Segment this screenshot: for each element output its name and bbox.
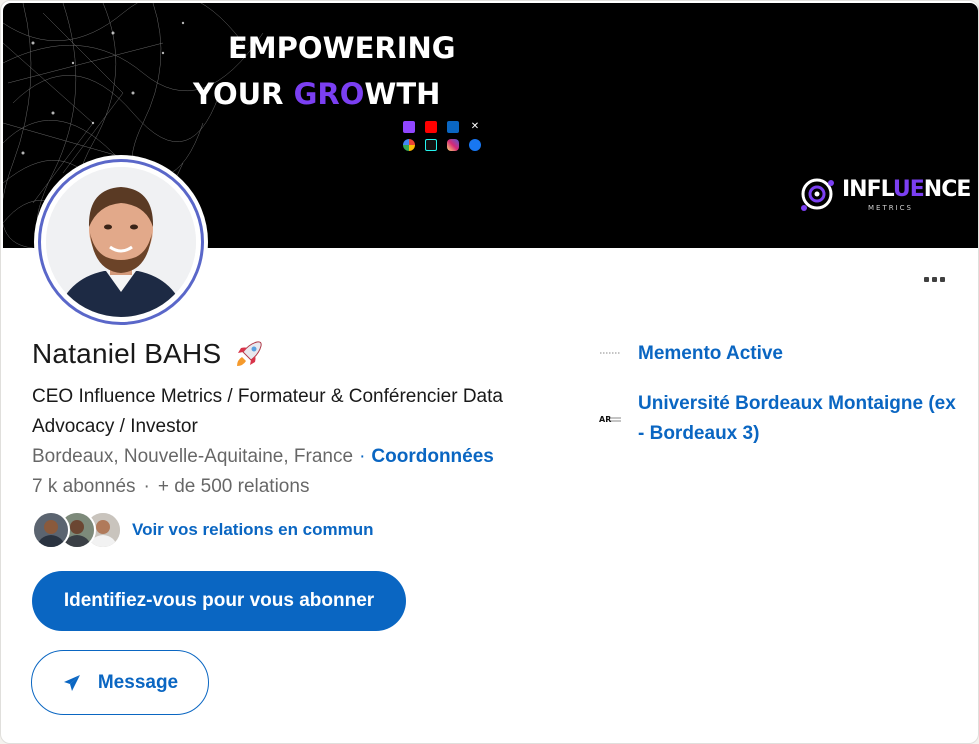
influence-metrics-logo: INFLUENCE METRICS: [798, 173, 971, 218]
banner-line-1: EMPOWERING: [228, 31, 456, 65]
banner-line-2: YOUR GROWTH: [193, 77, 441, 111]
avatar: [32, 511, 70, 549]
target-icon: [801, 178, 834, 211]
profile-name-row: Nataniel BAHS: [32, 338, 265, 370]
followers-count: 7 k abonnés: [32, 476, 136, 497]
org-memento-active[interactable]: Memento Active: [598, 339, 783, 369]
send-icon: [63, 674, 80, 691]
profile-headline: CEO Influence Metrics / Formateur & Conf…: [32, 386, 503, 437]
facebook-icon: [469, 139, 481, 151]
logo-wordmark: INFLUENCE: [842, 177, 971, 202]
more-options-button[interactable]: [913, 267, 955, 291]
follow-button[interactable]: Identifiez-vous pour vous abonner: [32, 571, 406, 631]
profile-location: Bordeaux, Nouvelle-Aquitaine, France: [32, 446, 354, 467]
org-universite-bordeaux[interactable]: AR Université Bordeaux Montaigne (ex - B…: [598, 389, 958, 449]
message-button[interactable]: Message: [31, 650, 209, 715]
person-portrait-icon: [46, 167, 196, 317]
mutual-connections[interactable]: Voir vos relations en commun: [32, 511, 374, 549]
logo-subtitle: METRICS: [868, 204, 913, 212]
instagram-icon: [447, 139, 459, 151]
connections-count: + de 500 relations: [157, 476, 310, 497]
avatar[interactable]: [34, 155, 208, 329]
location-row: Bordeaux, Nouvelle-Aquitaine, France · Coo…: [32, 446, 494, 467]
message-button-label: Message: [97, 671, 179, 693]
stats-row: 7 k abonnés · + de 500 relations: [32, 476, 310, 497]
org-name[interactable]: Memento Active: [638, 339, 783, 369]
twitch-icon: [403, 121, 415, 133]
profile-card: EMPOWERING YOUR GROWTH ✕ INFLUENCE METRI…: [0, 0, 979, 744]
tiktok-icon: [425, 139, 437, 151]
linkedin-icon: [447, 121, 459, 133]
banner-social-icons: ✕: [403, 121, 483, 151]
university-logo-icon: AR: [598, 407, 622, 431]
rocket-icon: [237, 341, 263, 366]
contact-info-link[interactable]: Coordonnées: [371, 446, 493, 467]
org-name[interactable]: Université Bordeaux Montaigne (ex - Bord…: [638, 389, 958, 449]
mutual-avatars: [32, 511, 122, 549]
ellipsis-icon: [923, 276, 929, 282]
youtube-icon: [425, 121, 437, 133]
profile-photo: [46, 167, 196, 317]
google-icon: [403, 139, 415, 151]
mutual-connections-link[interactable]: Voir vos relations en commun: [132, 520, 374, 540]
profile-name: Nataniel BAHS: [32, 338, 222, 369]
x-icon: ✕: [469, 121, 481, 133]
avatar-ring: [38, 159, 204, 325]
svg-text:AR: AR: [599, 415, 611, 424]
memento-logo-icon: [598, 341, 622, 365]
